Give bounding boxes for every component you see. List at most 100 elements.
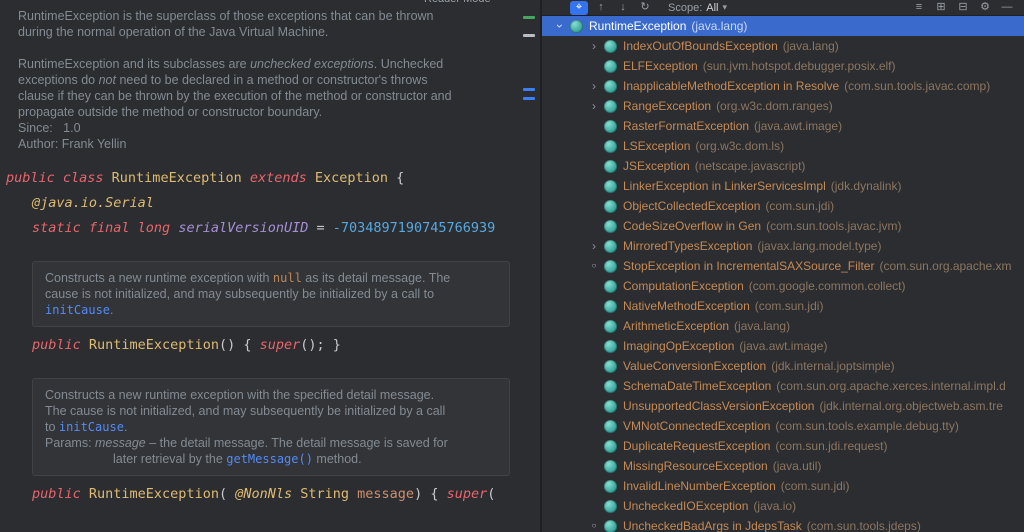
tree-row[interactable]: CodeSizeOverflow in Gen(com.sun.tools.ja… — [542, 216, 1024, 236]
class-icon — [604, 160, 617, 173]
package-name: (org.w3c.dom.ls) — [695, 139, 784, 153]
scope-selector[interactable]: Scope: All ▾ — [668, 2, 727, 14]
class-icon — [604, 520, 617, 532]
package-name: (com.sun.jdi) — [765, 199, 834, 213]
supertypes-hierarchy-icon[interactable]: ↑ — [592, 1, 610, 15]
tree-row[interactable]: › IndexOutOfBoundsException (java.lang) — [542, 36, 1024, 56]
tree-row[interactable]: ›InapplicableMethodException in Resolve(… — [542, 76, 1024, 96]
tree-row[interactable]: LSException(org.w3c.dom.ls) — [542, 136, 1024, 156]
chevron-right-icon[interactable]: › — [586, 40, 602, 52]
subtypes-hierarchy-icon[interactable]: ↓ — [614, 1, 632, 15]
tree-row[interactable]: VMNotConnectedException(com.sun.tools.ex… — [542, 416, 1024, 436]
tree-row[interactable]: ArithmeticException(java.lang) — [542, 316, 1024, 336]
class-hierarchy-icon[interactable]: ⌖ — [570, 1, 588, 15]
annotation-token: @java.io.Serial — [32, 195, 154, 211]
tree-row[interactable]: ObjectCollectedException (com.sun.jdi) — [542, 196, 1024, 216]
tree-row[interactable]: RasterFormatException(java.awt.image) — [542, 116, 1024, 136]
tree-row[interactable]: DuplicateRequestException (com.sun.jdi.re… — [542, 436, 1024, 456]
package-name: (com.sun.jdi.request) — [775, 439, 887, 453]
tree-row[interactable]: InvalidLineNumberException(com.sun.jdi) — [542, 476, 1024, 496]
class-name: NativeMethodException — [623, 299, 750, 313]
tree-row[interactable]: UnsupportedClassVersionException(jdk.int… — [542, 396, 1024, 416]
code-token: (); } — [300, 337, 341, 353]
class-name: ObjectCollectedException — [623, 199, 760, 213]
doc-text: Since: 1.0 — [18, 121, 81, 135]
tree-row[interactable]: NativeMethodException(com.sun.jdi) — [542, 296, 1024, 316]
class-icon — [604, 120, 617, 133]
javadoc-link[interactable]: getMessage() — [226, 452, 313, 466]
tree-row[interactable]: SchemaDateTimeException(com.sun.org.apac… — [542, 376, 1024, 396]
refresh-icon[interactable]: ↻ — [636, 1, 654, 15]
doc-text: exceptions do — [18, 73, 99, 87]
expand-all-icon[interactable]: ⊞ — [932, 1, 950, 15]
tree-row[interactable]: MissingResourceException(java.util) — [542, 456, 1024, 476]
package-name: (java.lang) — [783, 39, 839, 53]
package-name: (java.util) — [773, 459, 822, 473]
tree-row[interactable]: ›MirroredTypesException(javax.lang.model… — [542, 236, 1024, 256]
class-icon — [604, 220, 617, 233]
doc-text: propagate outside the method or construc… — [18, 105, 322, 119]
class-name-token: RuntimeException — [89, 337, 219, 353]
collapse-all-icon[interactable]: ⊟ — [954, 1, 972, 15]
tree-row[interactable]: ○UncheckedBadArgs in JdepsTask(com.sun.t… — [542, 516, 1024, 532]
chevron-right-icon[interactable]: › — [586, 80, 602, 92]
code-section: public class RuntimeException extends Ex… — [0, 166, 520, 241]
tree-row[interactable]: ImagingOpException(java.awt.image) — [542, 336, 1024, 356]
doc-line: Constructs a new runtime exception with … — [45, 270, 497, 286]
doc-text-italic: not — [99, 73, 116, 87]
scope-label: Scope: — [668, 2, 702, 14]
class-icon — [604, 60, 617, 73]
tree-row[interactable]: ValueConversionException(jdk.internal.jo… — [542, 356, 1024, 376]
class-name: ArithmeticException — [623, 319, 729, 333]
doc-line: propagate outside the method or construc… — [0, 104, 520, 120]
class-icon — [604, 140, 617, 153]
package-name: (java.lang) — [691, 19, 747, 33]
doc-text: . — [124, 420, 127, 434]
javadoc-link[interactable]: initCause — [59, 420, 124, 434]
tree-row[interactable]: ELFException(sun.jvm.hotspot.debugger.po… — [542, 56, 1024, 76]
class-name: InapplicableMethodException in Resolve — [623, 79, 839, 93]
doc-line — [0, 40, 520, 56]
editor-scrollbar[interactable] — [520, 0, 540, 532]
class-name: IndexOutOfBoundsException — [623, 39, 778, 53]
class-name: RangeException — [623, 99, 711, 113]
class-icon — [604, 340, 617, 353]
tree-row[interactable]: JSException(netscape.javascript) — [542, 156, 1024, 176]
doc-line: Constructs a new runtime exception with … — [45, 387, 497, 403]
class-name: JSException — [623, 159, 690, 173]
class-icon — [604, 320, 617, 333]
package-name: (java.io) — [753, 499, 796, 513]
class-icon — [604, 460, 617, 473]
editor-content[interactable]: RuntimeException is the superclass of th… — [0, 2, 520, 507]
hide-panel-icon[interactable]: — — [998, 1, 1016, 15]
class-name: DuplicateRequestException — [623, 439, 770, 453]
tree-row[interactable]: LinkerException in LinkerServicesImpl(jd… — [542, 176, 1024, 196]
sort-alphabetically-icon[interactable]: ≡ — [910, 1, 928, 15]
code-token: () { — [219, 337, 260, 353]
code-token: ( — [487, 486, 495, 502]
tree-row-selected[interactable]: ›RuntimeException(java.lang) — [542, 16, 1024, 36]
code-editor[interactable]: Reader Mode RuntimeException is the supe… — [0, 0, 540, 532]
tree-row[interactable]: ›RangeException(org.w3c.dom.ranges) — [542, 96, 1024, 116]
tree-row[interactable]: ○StopException in IncrementalSAXSource_F… — [542, 256, 1024, 276]
chevron-right-icon[interactable]: › — [586, 100, 602, 112]
tree-row[interactable]: ComputationException(com.google.common.c… — [542, 276, 1024, 296]
doc-line: later retrieval by the getMessage() meth… — [45, 451, 497, 467]
code-token: = — [316, 220, 332, 236]
class-icon — [604, 240, 617, 253]
settings-icon[interactable]: ⚙ — [976, 1, 994, 15]
package-name: (javax.lang.model.type) — [757, 239, 881, 253]
class-name: UncheckedIOException — [623, 499, 748, 513]
scrollbar-mark — [523, 97, 535, 100]
code-line: public class RuntimeException extends Ex… — [0, 166, 520, 191]
tree-row[interactable]: UncheckedIOException (java.io) — [542, 496, 1024, 516]
javadoc-section: RuntimeException is the superclass of th… — [0, 2, 520, 152]
chevron-right-icon[interactable]: › — [586, 240, 602, 252]
class-icon — [604, 260, 617, 273]
chevron-down-icon[interactable]: › — [554, 18, 566, 34]
doc-text: to — [45, 420, 59, 434]
scrollbar-mark — [523, 16, 535, 19]
javadoc-link[interactable]: initCause — [45, 303, 110, 317]
scope-value: All — [706, 2, 718, 14]
class-icon — [570, 20, 583, 33]
